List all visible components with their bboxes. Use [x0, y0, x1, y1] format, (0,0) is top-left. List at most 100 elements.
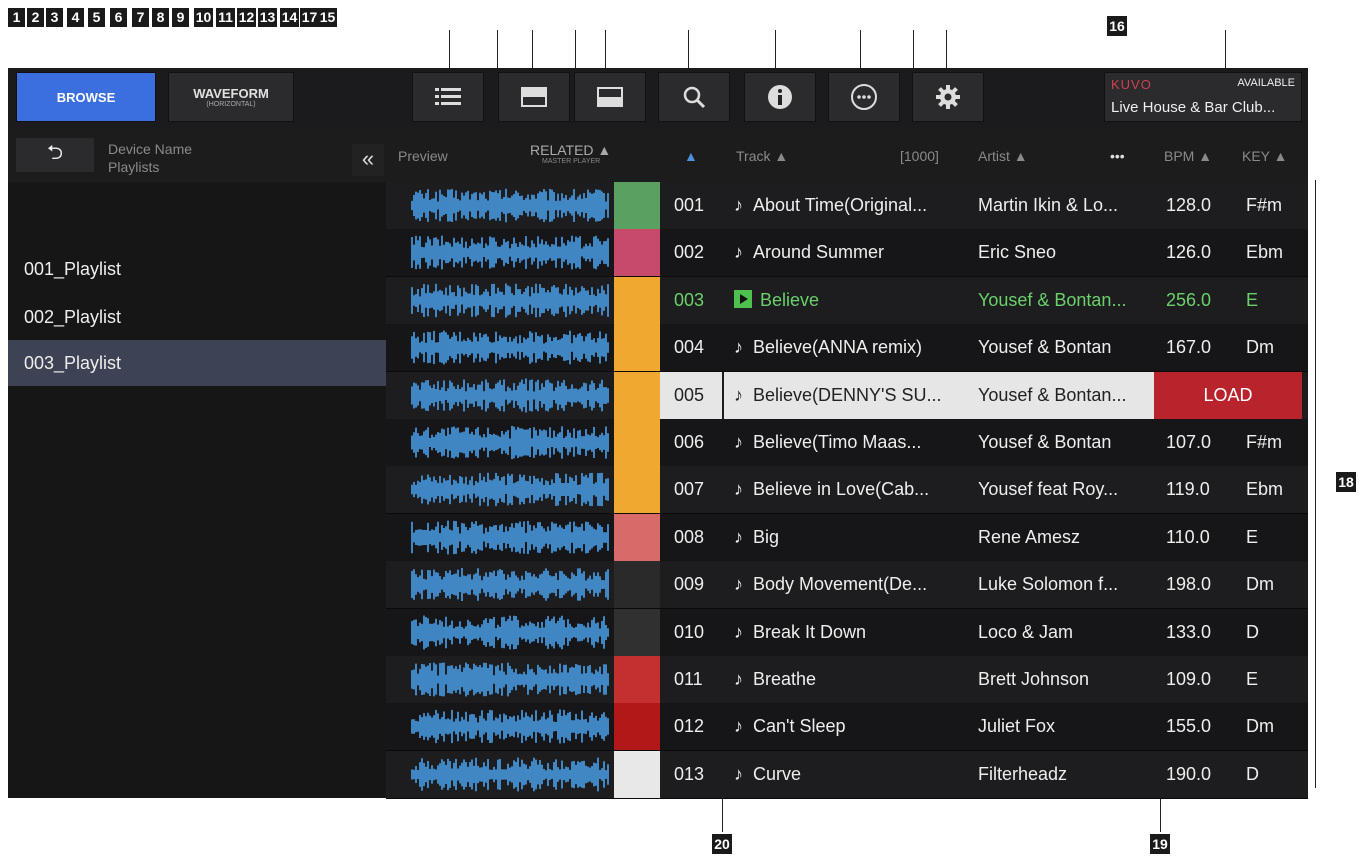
playlist-item[interactable]: 001_Playlist	[8, 246, 386, 292]
table-row[interactable]: 010 ♪ Break It Down Loco & Jam 133.0 D	[386, 608, 1308, 657]
table-row[interactable]: 013 ♪ Curve Filterheadz 190.0 D	[386, 750, 1308, 799]
track-title-cell: ♪ Body Movement(De...	[724, 561, 970, 608]
settings-button[interactable]	[912, 72, 984, 122]
cdj-screen: BROWSE WAVEFORM (HORIZONTAL) KUVO AVAILA	[8, 68, 1308, 799]
list-view-button[interactable]	[412, 72, 484, 122]
music-note-icon: ♪	[734, 621, 743, 642]
table-row[interactable]: 004 ♪ Believe(ANNA remix) Yousef & Bontan 16…	[386, 324, 1308, 373]
bpm-value: 256.0	[1166, 289, 1212, 310]
kuvo-status-panel[interactable]: KUVO AVAILABLE Live House & Bar Club...	[1104, 72, 1302, 122]
key-value: Dm	[1246, 574, 1274, 595]
back-button[interactable]: ⮌	[16, 138, 94, 172]
column-header-bpm[interactable]: BPM ▲	[1164, 148, 1212, 164]
callout-number: 10	[194, 8, 213, 27]
column-header-preview[interactable]: Preview	[398, 148, 448, 164]
playlist-item-selected[interactable]: 003_Playlist	[8, 340, 386, 386]
artist-name: Yousef feat Roy...	[978, 479, 1119, 500]
track-number: 006	[674, 432, 705, 452]
table-row[interactable]: 008 ♪ Big Rene Amesz 110.0 E	[386, 513, 1308, 562]
related-label: RELATED	[530, 142, 594, 158]
music-note-icon: ♪	[734, 337, 743, 358]
track-number: 003	[674, 289, 705, 310]
menu-button[interactable]	[828, 72, 900, 122]
split-view-bottom-button[interactable]	[574, 72, 646, 122]
table-row[interactable]: 009 ♪ Body Movement(De... Luke Solomon f...…	[386, 561, 1308, 610]
table-row[interactable]: 012 ♪ Can't Sleep Juliet Fox 155.0 Dm	[386, 703, 1308, 752]
callout-number: 13	[258, 8, 277, 27]
waveform-preview[interactable]	[396, 425, 614, 460]
callout-number: 11	[216, 8, 235, 27]
table-row[interactable]: 002 ♪ Around Summer Eric Sneo 126.0 Ebm	[386, 229, 1308, 278]
bpm-value: 109.0	[1166, 669, 1212, 689]
waveform-preview[interactable]	[396, 662, 614, 697]
track-number: 002	[674, 242, 705, 263]
callout-number: 7	[132, 8, 149, 27]
search-button[interactable]	[658, 72, 730, 122]
track-number: 013	[674, 763, 705, 784]
track-title-cell: ♪ Break It Down	[724, 609, 970, 656]
album-artwork	[614, 276, 660, 324]
music-note-icon: ♪	[734, 479, 743, 500]
column-header-track[interactable]: Track ▲	[736, 148, 788, 164]
table-row[interactable]: 003 Believe Yousef & Bontan... 256.0 E	[386, 276, 1308, 325]
key-value: E	[1246, 669, 1259, 689]
waveform-preview[interactable]	[396, 520, 614, 555]
table-row[interactable]: 005 ♪ Believe(DENNY'S SU... Yousef & Bontan…	[386, 371, 1308, 420]
browse-button[interactable]: BROWSE	[16, 72, 156, 122]
key-value: F#m	[1246, 432, 1282, 452]
waveform-button[interactable]: WAVEFORM (HORIZONTAL)	[168, 72, 294, 122]
load-button[interactable]: LOAD	[1154, 371, 1302, 419]
callout-number: 14	[280, 8, 299, 27]
related-button[interactable]: RELATED ▲ MASTER PLAYER	[530, 142, 611, 165]
waveform-preview[interactable]	[396, 235, 614, 270]
sidebar-header: ⮌ Device Name Playlists «	[8, 130, 386, 182]
callout-number: 8	[152, 8, 169, 27]
waveform-preview[interactable]	[396, 188, 614, 223]
callout-20: 20	[712, 834, 732, 854]
collapse-sidebar-button[interactable]: «	[352, 144, 384, 176]
waveform-preview[interactable]	[396, 709, 614, 744]
album-artwork	[614, 608, 660, 656]
key-value: D	[1246, 621, 1259, 642]
waveform-preview[interactable]	[396, 330, 614, 365]
waveform-preview[interactable]	[396, 615, 614, 650]
track-table: Preview RELATED ▲ MASTER PLAYER ▲ Track …	[386, 130, 1308, 799]
artist-name: Eric Sneo	[978, 242, 1057, 263]
waveform-preview[interactable]	[396, 472, 614, 507]
waveform-label: WAVEFORM	[193, 86, 269, 101]
bpm-value: 128.0	[1166, 195, 1212, 215]
column-header-artist[interactable]: Artist ▲	[978, 148, 1028, 164]
track-title: Can't Sleep	[753, 716, 846, 737]
table-row[interactable]: 001 ♪ About Time(Original... Martin Ikin & …	[386, 182, 1308, 230]
device-name: Device Name Playlists	[108, 140, 192, 176]
split-view-top-button[interactable]	[498, 72, 570, 122]
info-button[interactable]	[744, 72, 816, 122]
waveform-preview[interactable]	[396, 378, 614, 413]
table-row[interactable]: 011 ♪ Breathe Brett Johnson 109.0 E	[386, 656, 1308, 704]
waveform-preview[interactable]	[396, 757, 614, 792]
table-row[interactable]: 007 ♪ Believe in Love(Cab... Yousef feat Ro…	[386, 466, 1308, 515]
album-artwork	[614, 561, 660, 609]
track-title-cell: ♪ Believe(DENNY'S SU...	[724, 371, 970, 419]
search-icon	[683, 86, 706, 109]
track-title-cell: Believe	[724, 277, 970, 324]
track-title: Believe(DENNY'S SU...	[753, 384, 942, 405]
music-note-icon: ♪	[734, 669, 743, 689]
music-note-icon: ♪	[734, 716, 743, 737]
key-value: E	[1246, 289, 1259, 310]
column-menu-icon[interactable]: •••	[1110, 148, 1125, 164]
back-arrow-icon: ⮌	[46, 142, 64, 164]
artist-name: Brett Johnson	[978, 669, 1090, 689]
artist-name: Loco & Jam	[978, 621, 1074, 642]
waveform-preview[interactable]	[396, 283, 614, 318]
key-value: D	[1246, 763, 1259, 784]
table-row[interactable]: 006 ♪ Believe(Timo Maas... Yousef & Bontan 1…	[386, 419, 1308, 467]
column-header-key[interactable]: KEY ▲	[1242, 148, 1288, 164]
playlist-item[interactable]: 002_Playlist	[8, 294, 386, 340]
top-toolbar: BROWSE WAVEFORM (HORIZONTAL) KUVO AVAILA	[8, 68, 1308, 130]
callout-number: 15	[318, 8, 337, 27]
sort-number-column[interactable]: ▲	[684, 148, 698, 164]
callout-number: 3	[46, 8, 63, 27]
waveform-preview[interactable]	[396, 567, 614, 602]
artist-name: Yousef & Bontan...	[978, 289, 1127, 310]
